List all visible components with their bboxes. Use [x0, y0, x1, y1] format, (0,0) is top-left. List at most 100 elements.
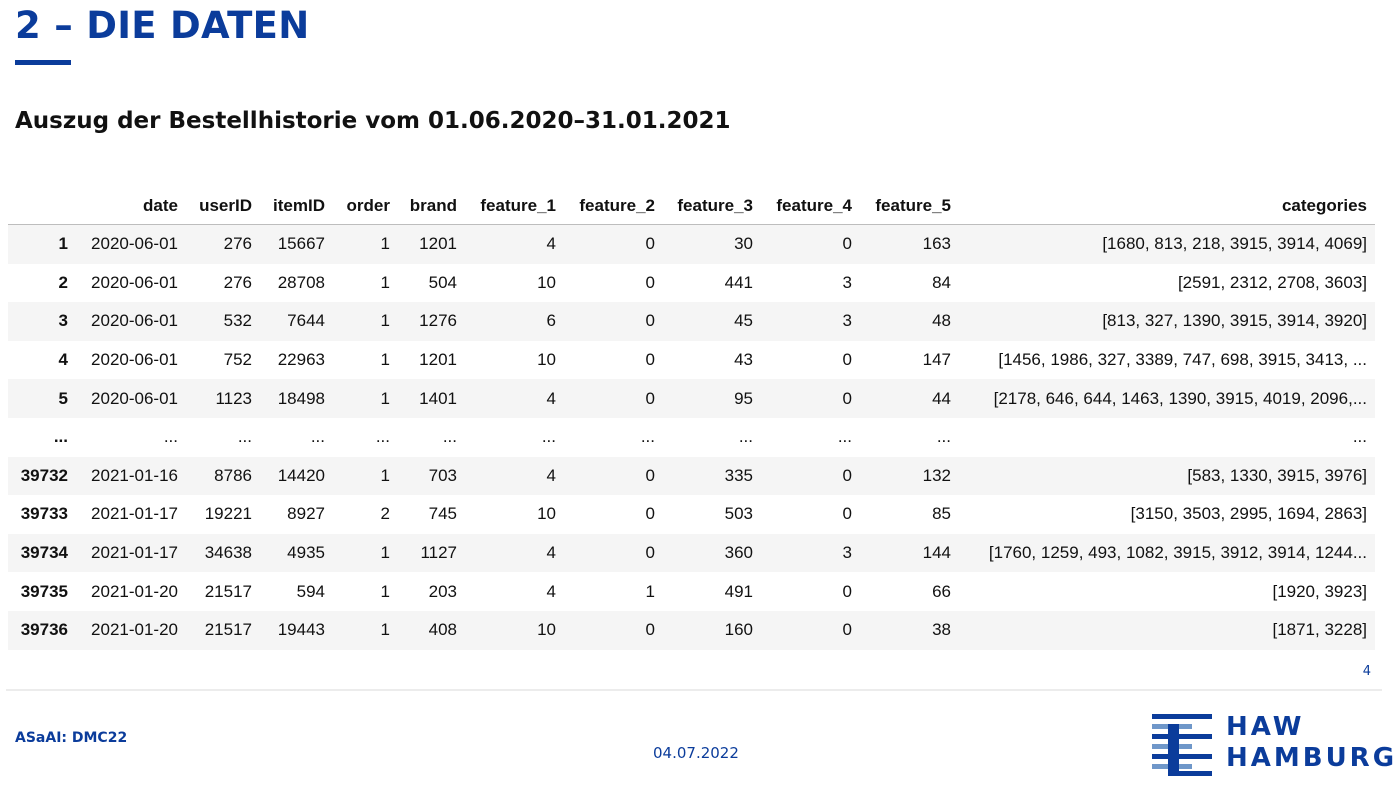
cell-feature-5: 132 — [922, 465, 951, 485]
column-header-feature-3: feature_3 — [655, 188, 753, 225]
cell-userid: ... — [237, 427, 252, 447]
order-history-table: date userID itemID order brand feature_1… — [8, 188, 1375, 650]
footer-date: 04.07.2022 — [653, 744, 739, 762]
cell-feature-1: 4 — [546, 543, 556, 563]
cell-itemid: 22963 — [277, 350, 325, 370]
cell-feature-5: 147 — [922, 350, 951, 370]
cell-userid: 752 — [223, 350, 252, 370]
cell-feature-3: 335 — [724, 465, 753, 485]
cell-order: 1 — [380, 543, 390, 563]
cell-feature-3: 30 — [734, 234, 753, 254]
cell-itemid: ... — [310, 427, 325, 447]
cell-order: 1 — [380, 311, 390, 331]
column-header-index — [8, 188, 68, 225]
column-header-feature-4: feature_4 — [753, 188, 852, 225]
cell-itemid: 14420 — [277, 465, 325, 485]
cell-categories: [813, 327, 1390, 3915, 3914, 3920] — [1102, 311, 1367, 331]
cell-userid: 276 — [223, 272, 252, 292]
cell-feature-1: 10 — [537, 504, 556, 524]
table-row: 3 2020-06-01 532 7644 1 1276 6 0 45 3 48 [813, 327,… — [8, 302, 1375, 341]
cell-index: 1 — [58, 234, 68, 254]
cell-categories: [1760, 1259, 493, 1082, 3915, 3912, 3914… — [988, 543, 1367, 563]
cell-categories: [3150, 3503, 2995, 1694, 2863] — [1130, 504, 1367, 524]
cell-itemid: 594 — [296, 581, 325, 601]
cell-feature-3: ... — [738, 427, 753, 447]
cell-feature-2: 1 — [645, 581, 655, 601]
cell-feature-1: 4 — [546, 234, 556, 254]
haw-stripes-icon — [1152, 714, 1212, 776]
cell-feature-5: 84 — [932, 272, 951, 292]
logo-line-hamburg: HAMBURG — [1226, 743, 1398, 773]
cell-itemid: 15667 — [277, 234, 325, 254]
cell-feature-4: 0 — [842, 581, 852, 601]
cell-feature-1: 10 — [537, 350, 556, 370]
title-underline — [15, 60, 71, 65]
cell-date: 2020-06-01 — [91, 234, 178, 254]
cell-feature-1: 6 — [546, 311, 556, 331]
cell-itemid: 18498 — [277, 388, 325, 408]
cell-index: 39735 — [20, 581, 68, 601]
cell-feature-2: 0 — [645, 620, 655, 640]
cell-brand: 1201 — [419, 350, 457, 370]
cell-feature-4: 0 — [842, 504, 852, 524]
slide-subtitle: Auszug der Bestellhistorie vom 01.06.202… — [15, 108, 731, 134]
cell-feature-3: 43 — [734, 350, 753, 370]
cell-feature-2: 0 — [645, 311, 655, 331]
cell-feature-2: 0 — [645, 388, 655, 408]
cell-feature-5: 48 — [932, 311, 951, 331]
cell-brand: 408 — [428, 620, 457, 640]
cell-categories: [2591, 2312, 2708, 3603] — [1177, 272, 1367, 292]
table-row: 5 2020-06-01 1123 18498 1 1401 4 0 95 0 44 [2178, 6… — [8, 379, 1375, 418]
table-row: .................................... — [8, 418, 1375, 457]
column-header-categories: categories — [951, 188, 1375, 225]
cell-feature-1: 4 — [546, 465, 556, 485]
cell-categories: [1680, 813, 218, 3915, 3914, 4069] — [1102, 234, 1367, 254]
cell-feature-4: 3 — [842, 543, 852, 563]
cell-order: ... — [375, 427, 390, 447]
footer-course-label: ASaAI: DMC22 — [15, 730, 128, 746]
cell-brand: 1401 — [419, 388, 457, 408]
cell-date: 2020-06-01 — [91, 388, 178, 408]
cell-index: 39734 — [20, 543, 68, 563]
table-row: 2 2020-06-01 276 28708 1 504 10 0 441 3 84 [2591, 2… — [8, 264, 1375, 303]
cell-feature-4: ... — [837, 427, 852, 447]
cell-feature-1: 10 — [537, 620, 556, 640]
column-header-feature-5: feature_5 — [852, 188, 951, 225]
cell-brand: 203 — [428, 581, 457, 601]
cell-feature-1: ... — [541, 427, 556, 447]
dataframe-table-container: date userID itemID order brand feature_1… — [8, 188, 1375, 650]
cell-index: 39732 — [20, 465, 68, 485]
cell-userid: 1123 — [215, 388, 252, 408]
column-header-userid: userID — [178, 188, 252, 225]
haw-hamburg-logo: HAW HAMBURG — [1152, 712, 1394, 778]
cell-brand: 504 — [428, 272, 457, 292]
cell-userid: 8786 — [214, 465, 252, 485]
cell-categories: [1456, 1986, 327, 3389, 747, 698, 3915, … — [998, 350, 1367, 370]
cell-feature-5: 38 — [932, 620, 951, 640]
cell-feature-3: 441 — [724, 272, 753, 292]
cell-feature-5: 85 — [932, 504, 951, 524]
cell-brand: 1127 — [420, 543, 457, 563]
cell-date: 2021-01-16 — [91, 465, 178, 485]
cell-feature-5: 163 — [922, 234, 951, 254]
cell-brand: 1201 — [419, 234, 457, 254]
cell-brand: 703 — [428, 465, 457, 485]
cell-index: 3 — [58, 311, 68, 331]
cell-feature-2: 0 — [645, 350, 655, 370]
cell-feature-5: ... — [936, 427, 951, 447]
cell-brand: 1276 — [419, 311, 457, 331]
cell-feature-2: 0 — [645, 465, 655, 485]
cell-feature-4: 3 — [842, 311, 852, 331]
cell-userid: 21517 — [204, 620, 252, 640]
cell-feature-2: 0 — [645, 504, 655, 524]
cell-feature-4: 0 — [842, 620, 852, 640]
cell-feature-1: 10 — [537, 272, 556, 292]
cell-feature-2: ... — [640, 427, 655, 447]
cell-feature-4: 0 — [842, 465, 852, 485]
cell-feature-3: 503 — [724, 504, 753, 524]
table-row: 39735 2021-01-20 21517 594 1 203 4 1 491 0 66 [1920… — [8, 572, 1375, 611]
cell-index: 39736 — [20, 620, 68, 640]
cell-feature-3: 360 — [724, 543, 753, 563]
cell-userid: 21517 — [204, 581, 252, 601]
logo-line-haw: HAW — [1226, 712, 1305, 742]
